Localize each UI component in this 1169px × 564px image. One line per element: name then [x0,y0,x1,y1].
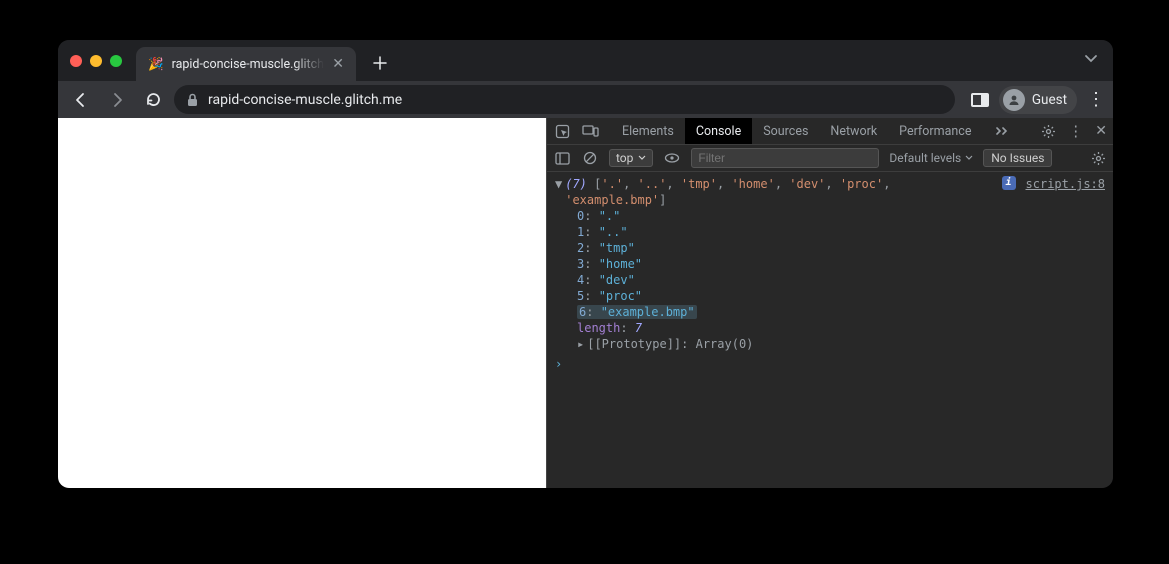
devtools-tabbar: Elements Console Sources Network Perform… [547,118,1113,145]
lock-icon [186,93,199,107]
info-badge-icon[interactable]: i [1002,176,1016,190]
array-entry: 6: "example.bmp" [555,304,1105,320]
close-window-button[interactable] [70,55,82,67]
context-selector[interactable]: top [609,149,653,167]
window-controls [70,55,122,67]
issues-button[interactable]: No Issues [983,149,1052,167]
back-button[interactable] [66,85,96,115]
tab-strip: 🎉 rapid-concise-muscle.glitch.me ✕ [58,40,1113,81]
tab-title: rapid-concise-muscle.glitch.me [172,57,325,72]
devtools-kebab-icon[interactable]: ⋮ [1068,122,1083,140]
log-levels-selector[interactable]: Default levels [889,151,973,165]
browser-window: 🎉 rapid-concise-muscle.glitch.me ✕ rapid… [58,40,1113,488]
content-area: Elements Console Sources Network Perform… [58,118,1113,488]
tabs-overflow-icon[interactable] [982,118,1020,144]
favicon-icon: 🎉 [148,57,164,72]
live-expression-icon[interactable] [663,149,681,167]
array-entry: 1: ".." [555,224,1105,240]
array-entry: 0: "." [555,208,1105,224]
log-entry[interactable]: ▼ (7) ['.', '..', 'tmp', 'home', 'dev', … [555,176,1105,208]
new-tab-button[interactable] [366,49,394,77]
forward-button[interactable] [102,85,132,115]
source-link[interactable]: script.js:8 [1016,176,1105,192]
browser-toolbar: rapid-concise-muscle.glitch.me Guest ⋮ [58,81,1113,118]
chevron-down-icon [638,155,646,161]
profile-label: Guest [1032,92,1067,108]
avatar-icon [1003,89,1025,111]
array-entry: 3: "home" [555,256,1105,272]
caret-down-icon[interactable]: ▼ [555,176,562,192]
tab-search-button[interactable] [1084,54,1098,64]
maximize-window-button[interactable] [110,55,122,67]
minimize-window-button[interactable] [90,55,102,67]
caret-right-icon[interactable]: ▸ [577,337,584,351]
devtools-tabs: Elements Console Sources Network Perform… [611,118,1020,144]
device-mode-icon[interactable] [581,122,599,140]
prompt-icon: › [555,356,562,372]
url-text: rapid-concise-muscle.glitch.me [208,92,402,108]
clear-console-icon[interactable] [581,149,599,167]
reload-button[interactable] [138,85,168,115]
sidebar-toggle-icon[interactable] [553,149,571,167]
devtools-close-icon[interactable]: ✕ [1095,123,1107,139]
web-page[interactable] [58,118,546,488]
console-prompt[interactable]: › [555,352,1105,372]
close-tab-icon[interactable]: ✕ [332,57,344,71]
length-property: length: 7 [555,320,1105,336]
browser-tab[interactable]: 🎉 rapid-concise-muscle.glitch.me ✕ [136,47,356,81]
filter-input[interactable] [691,148,879,168]
devtools-panel: Elements Console Sources Network Perform… [546,118,1113,488]
console-settings-icon[interactable] [1089,149,1107,167]
levels-label: Default levels [889,151,961,165]
array-summary: (7) ['.', '..', 'tmp', 'home', 'dev', 'p… [565,176,997,208]
console-toolbar: top Default levels No Issues [547,145,1113,172]
array-entry: 5: "proc" [555,288,1105,304]
tab-sources[interactable]: Sources [752,118,819,144]
console-output[interactable]: ▼ (7) ['.', '..', 'tmp', 'home', 'dev', … [547,172,1113,488]
kebab-menu-icon[interactable]: ⋮ [1087,89,1105,110]
context-label: top [616,151,633,165]
side-panel-icon[interactable] [971,93,989,107]
address-bar[interactable]: rapid-concise-muscle.glitch.me [174,85,955,114]
tab-elements[interactable]: Elements [611,118,685,144]
tab-network[interactable]: Network [819,118,888,144]
chevron-down-icon [965,155,973,161]
tab-performance[interactable]: Performance [888,118,982,144]
profile-button[interactable]: Guest [999,86,1077,114]
inspect-icon[interactable] [553,122,571,140]
tab-console[interactable]: Console [685,118,752,144]
toolbar-right: Guest ⋮ [971,86,1105,114]
settings-icon[interactable] [1041,124,1056,139]
array-entry: 4: "dev" [555,272,1105,288]
array-entry: 2: "tmp" [555,240,1105,256]
prototype-row[interactable]: ▸[[Prototype]]: Array(0) [555,336,1105,352]
issues-label: No Issues [991,151,1044,165]
